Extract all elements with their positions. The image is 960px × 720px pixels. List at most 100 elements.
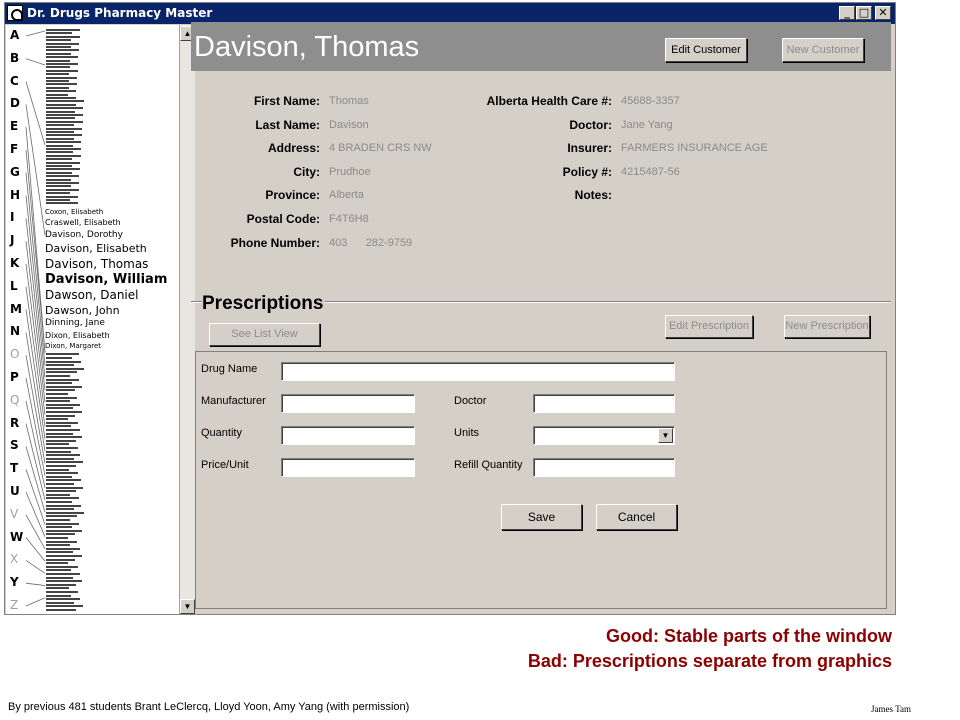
compressed-list-row[interactable]	[46, 457, 74, 460]
customer-list-item[interactable]: Coxon, Elisabeth	[45, 208, 103, 216]
compressed-list-row[interactable]	[46, 353, 79, 356]
alpha-index-l[interactable]: L	[10, 279, 28, 293]
new-customer-button[interactable]: New Customer	[782, 38, 864, 62]
compressed-list-row[interactable]	[46, 418, 69, 421]
alpha-index-z[interactable]: Z	[10, 598, 28, 612]
compressed-list-row[interactable]	[46, 42, 80, 45]
compressed-list-row[interactable]	[46, 411, 82, 413]
compressed-list-row[interactable]	[46, 69, 78, 72]
compressed-list-row[interactable]	[46, 493, 70, 496]
compressed-list-row[interactable]	[46, 450, 72, 453]
compressed-list-row[interactable]	[46, 137, 74, 140]
compressed-list-row[interactable]	[46, 429, 80, 431]
compressed-list-row[interactable]	[46, 591, 78, 593]
compressed-list-row[interactable]	[46, 580, 83, 583]
compressed-list-row[interactable]	[46, 148, 81, 150]
compressed-list-row[interactable]	[46, 161, 81, 164]
compressed-list-row[interactable]	[46, 385, 82, 388]
compressed-list-row[interactable]	[46, 605, 83, 608]
alpha-index-o[interactable]: O	[10, 347, 28, 361]
compressed-list-row[interactable]	[46, 86, 69, 89]
compressed-list-row[interactable]	[46, 454, 81, 457]
refill-quantity-input[interactable]	[533, 458, 675, 477]
compressed-list-row[interactable]	[46, 508, 75, 511]
compressed-list-row[interactable]	[46, 117, 75, 120]
compressed-list-row[interactable]	[46, 562, 69, 565]
compressed-list-row[interactable]	[46, 144, 74, 147]
compressed-list-row[interactable]	[46, 199, 70, 201]
alpha-index-h[interactable]: H	[10, 188, 28, 202]
compressed-list-row[interactable]	[46, 107, 84, 110]
customer-list-item[interactable]: Dinning, Jane	[45, 318, 105, 328]
compressed-list-row[interactable]	[46, 393, 68, 395]
compressed-list-row[interactable]	[46, 558, 76, 561]
compressed-list-row[interactable]	[46, 35, 80, 38]
alpha-index-y[interactable]: Y	[10, 575, 28, 589]
compressed-list-row[interactable]	[46, 583, 76, 586]
compressed-list-row[interactable]	[46, 576, 74, 579]
doctor-input[interactable]	[533, 394, 675, 413]
compressed-list-row[interactable]	[46, 443, 69, 446]
new-prescription-button[interactable]: New Prescription	[784, 315, 870, 338]
customer-list-item[interactable]: Dawson, Daniel	[45, 288, 139, 302]
compressed-list-row[interactable]	[46, 382, 73, 385]
customer-list-item[interactable]: Dawson, John	[45, 304, 120, 317]
chevron-down-icon[interactable]: ▼	[658, 428, 673, 443]
compressed-list-row[interactable]	[46, 120, 83, 123]
app-icon[interactable]	[7, 5, 23, 21]
alpha-index-g[interactable]: G	[10, 165, 28, 179]
maximize-button[interactable]: □	[856, 6, 872, 20]
compressed-list-row[interactable]	[46, 202, 78, 205]
compressed-list-row[interactable]	[46, 403, 80, 406]
compressed-list-row[interactable]	[46, 32, 72, 35]
customer-fisheye-list[interactable]: A B C D E F G H I J K L M N O P Q R S T U V W X Y Z Coxon, Elisabe…	[6, 25, 179, 614]
compressed-list-row[interactable]	[46, 185, 71, 188]
customer-list-item[interactable]: Davison, Thomas	[45, 257, 148, 271]
compressed-list-row[interactable]	[46, 555, 82, 557]
compressed-list-row[interactable]	[46, 171, 72, 174]
compressed-list-row[interactable]	[46, 103, 76, 106]
compressed-list-row[interactable]	[46, 439, 76, 442]
cancel-button[interactable]: Cancel	[596, 504, 677, 530]
alpha-index-q[interactable]: Q	[10, 393, 28, 407]
compressed-list-row[interactable]	[46, 551, 73, 554]
compressed-list-row[interactable]	[46, 56, 79, 59]
compressed-list-row[interactable]	[46, 519, 70, 521]
compressed-list-row[interactable]	[46, 573, 80, 575]
units-select[interactable]: ▼	[533, 426, 675, 445]
alpha-index-w[interactable]: W	[10, 530, 28, 544]
compressed-list-row[interactable]	[46, 73, 70, 76]
alpha-index-j[interactable]: J	[10, 233, 28, 247]
compressed-list-row[interactable]	[46, 544, 71, 547]
compressed-list-row[interactable]	[46, 501, 72, 503]
compressed-list-row[interactable]	[46, 598, 81, 601]
compressed-list-row[interactable]	[46, 66, 70, 69]
alpha-index-d[interactable]: D	[10, 96, 28, 110]
save-button[interactable]: Save	[501, 504, 582, 530]
price-unit-input[interactable]	[281, 458, 415, 477]
compressed-list-row[interactable]	[46, 182, 79, 184]
minimize-button[interactable]: _	[839, 6, 855, 20]
compressed-list-row[interactable]	[46, 110, 76, 113]
compressed-list-row[interactable]	[46, 601, 74, 604]
compressed-list-row[interactable]	[46, 468, 70, 471]
compressed-list-row[interactable]	[46, 497, 79, 500]
compressed-list-row[interactable]	[46, 479, 81, 482]
compressed-list-row[interactable]	[46, 515, 77, 518]
compressed-list-row[interactable]	[46, 371, 77, 374]
compressed-list-row[interactable]	[46, 114, 83, 116]
manufacturer-input[interactable]	[281, 394, 415, 413]
compressed-list-row[interactable]	[46, 154, 81, 157]
compressed-list-row[interactable]	[46, 504, 82, 507]
compressed-list-row[interactable]	[46, 131, 74, 133]
compressed-list-row[interactable]	[46, 192, 71, 195]
customer-list-item[interactable]: Craswell, Elisabeth	[45, 218, 121, 227]
compressed-list-row[interactable]	[46, 52, 71, 55]
compressed-list-row[interactable]	[46, 188, 79, 191]
sidebar-scrollbar[interactable]: ▲ ▼	[179, 25, 195, 614]
compressed-list-row[interactable]	[46, 472, 79, 475]
compressed-list-row[interactable]	[46, 421, 78, 424]
alpha-index-t[interactable]: T	[10, 461, 28, 475]
alpha-index-v[interactable]: V	[10, 507, 28, 521]
compressed-list-row[interactable]	[46, 587, 69, 590]
